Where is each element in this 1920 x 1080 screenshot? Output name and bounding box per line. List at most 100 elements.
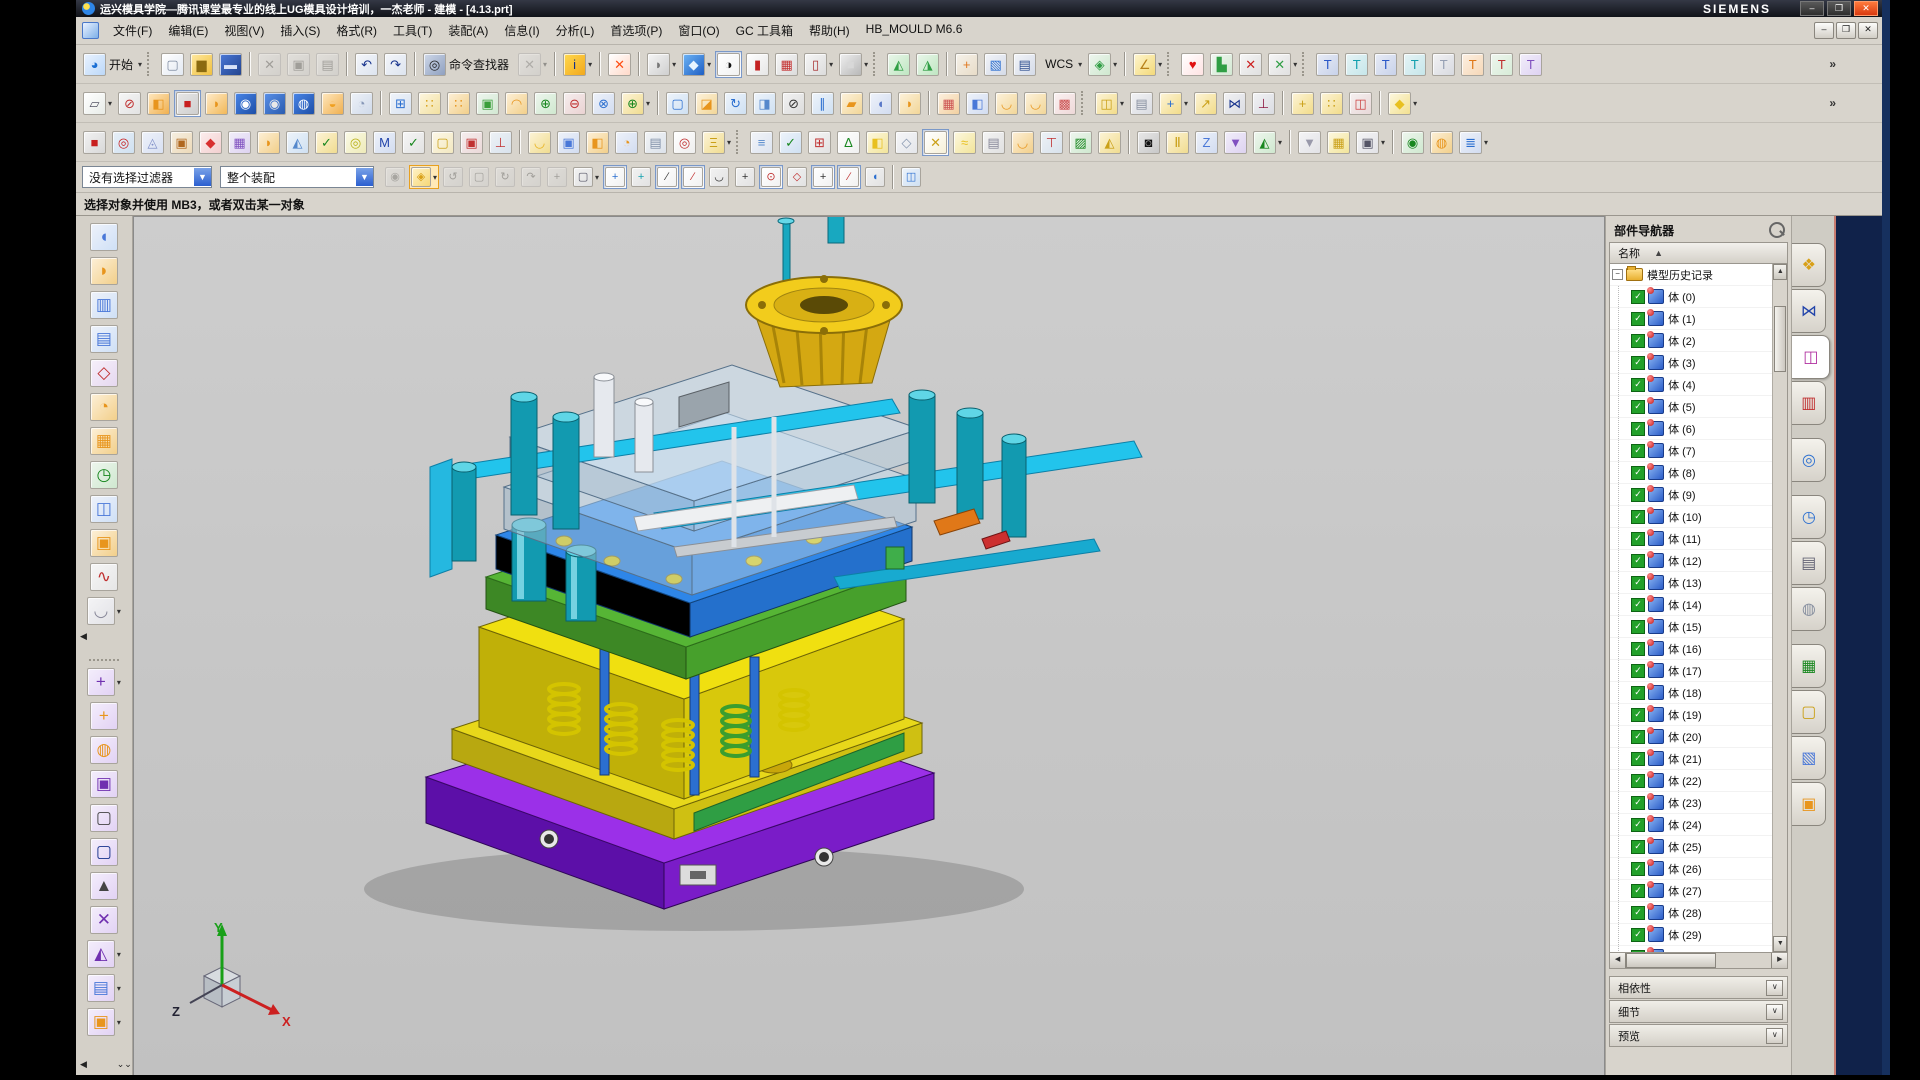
mold-base-button[interactable]: Ⅱ [1164,129,1191,156]
pattern-button[interactable]: ∷ [445,90,472,117]
dropdown-arrow-icon[interactable]: ▾ [117,678,121,687]
intersect-button[interactable]: ⊗ [590,90,617,117]
minimize-button[interactable]: – [1800,1,1824,16]
visibility-checkbox[interactable]: ✓ [1631,466,1645,480]
tree-row[interactable]: ✓体 (1) [1610,308,1772,330]
snap-move-button[interactable]: + [603,165,627,189]
unite-button[interactable]: ⊕ [532,90,559,117]
boss-button[interactable]: ◍ [290,90,317,117]
trim-body-button[interactable]: ◨ [751,90,778,117]
tree-row[interactable]: ✓体 (9) [1610,484,1772,506]
collapse-left-icon[interactable]: ◀ [76,631,87,642]
resize-face-button[interactable]: ◭▾ [85,938,123,970]
gate-drop-button[interactable]: ▼ [1222,129,1249,156]
constraint-navigator-tab[interactable]: ⋈ [1792,289,1826,333]
bounded-plane-button[interactable]: ◫ [88,493,120,525]
stack-cubes-button[interactable]: ▣ [555,129,582,156]
visibility-checkbox[interactable]: ✓ [1631,620,1645,634]
dropdown-arrow-icon[interactable]: ▾ [138,60,142,69]
expand-panel-icon[interactable]: ∨ [1766,980,1783,996]
mdi-restore-button[interactable]: ❒ [1836,22,1856,39]
web-browser-tab[interactable]: ◎ [1792,438,1826,482]
visibility-checkbox[interactable]: ✓ [1631,576,1645,590]
blank-size-button[interactable]: ▤ [980,129,1007,156]
assembly-navigator-tab[interactable]: ❖ [1792,243,1826,287]
vertical-scrollbar[interactable]: ▲ ▼ [1772,264,1787,952]
visibility-eye-button[interactable]: ◉ [1399,129,1426,156]
create-block-button[interactable]: ◧ [864,129,891,156]
swoosh-cube-button[interactable]: ◔ [613,129,640,156]
display-mode-button[interactable]: ◗▾ [645,51,678,78]
tree-row[interactable]: ✓体 (26) [1610,858,1772,880]
hatch-triangle-button[interactable]: ◭ [1096,129,1123,156]
visibility-checkbox[interactable]: ✓ [1631,950,1645,953]
snap-midpoint-button[interactable]: ∕ [837,165,861,189]
dropdown-arrow-icon[interactable]: ▾ [1120,99,1124,108]
tree-row[interactable]: ✓体 (3) [1610,352,1772,374]
tree-row[interactable]: ✓体 (13) [1610,572,1772,594]
cavity-check-button[interactable]: ✓ [313,129,340,156]
scroll-left-icon[interactable]: ◀ [1610,953,1626,968]
menu-item-11[interactable]: GC 工具箱 [728,19,801,42]
dropdown-arrow-icon[interactable]: ▾ [672,60,676,69]
scroll-up-icon[interactable]: ▲ [1773,264,1787,280]
transition-surface-button[interactable]: ▣ [88,527,120,559]
close-button[interactable]: ✕ [1854,1,1878,16]
process-studio-tab[interactable]: ◍ [1792,587,1826,631]
dropdown-arrow-icon[interactable]: ▾ [117,607,121,616]
assembly-layers-button[interactable]: ≈ [951,129,978,156]
through-curves-button[interactable]: ▥ [88,289,120,321]
mirror-assembly-button[interactable]: ⋈ [1221,90,1248,117]
collapse-left-icon-bottom[interactable]: ◀ [76,1059,87,1070]
law-curve-button[interactable]: ◡ [993,90,1020,117]
menu-item-7[interactable]: 信息(I) [496,19,547,42]
visibility-checkbox[interactable]: ✓ [1631,928,1645,942]
tree-row[interactable]: ✓体 (8) [1610,462,1772,484]
visibility-checkbox[interactable]: ✓ [1631,906,1645,920]
tree-row[interactable]: ✓体 (11) [1610,528,1772,550]
tree-row[interactable]: ✓体 (29) [1610,924,1772,946]
swept-button[interactable]: ◗ [896,90,923,117]
through-curves-button[interactable]: ◖ [867,90,894,117]
pin-icon[interactable] [1769,222,1785,238]
parting-surface-button[interactable]: ▦ [226,129,253,156]
scope-button[interactable]: ◙ [1135,129,1162,156]
visibility-checkbox[interactable]: ✓ [1631,664,1645,678]
dropdown-arrow-icon[interactable]: ▾ [1278,138,1282,147]
dropdown-arrow-icon[interactable]: ▾ [117,1018,121,1027]
dropdown-arrow-icon[interactable]: ▾ [1484,138,1488,147]
surface-analysis-button[interactable]: ◷ [88,459,120,491]
title-bar[interactable]: 运兴模具学院—腾讯课堂最专业的线上UG模具设计培训，一杰老师 - 建模 - [4… [76,0,1882,17]
revolve-button[interactable]: ◗ [203,90,230,117]
bolt-blue2-button[interactable]: T [1372,51,1399,78]
sketch-button[interactable]: ▱▾ [81,90,114,117]
accept-plot-button[interactable]: ✕▾ [1266,51,1299,78]
sort-ascending-icon[interactable]: ▲ [1654,248,1663,258]
assembly-constraints-button[interactable]: ⊥ [1250,90,1277,117]
tree-row[interactable]: ✓体 (19) [1610,704,1772,726]
h-scrollbar-thumb[interactable] [1626,953,1716,968]
tree-row[interactable]: ✓体 (17) [1610,660,1772,682]
visibility-checkbox[interactable]: ✓ [1631,642,1645,656]
undo-snap-button[interactable]: ↺ [441,165,465,189]
paste-face-button[interactable]: ▤▾ [85,972,123,1004]
sheet-tools-button[interactable]: ◡▾ [85,595,123,627]
dropdown-arrow-icon[interactable]: ▾ [727,138,731,147]
scope-combobox[interactable]: 整个装配 ▼ [220,166,374,188]
visibility-checkbox[interactable]: ✓ [1631,818,1645,832]
dropdown-arrow-icon[interactable]: ▾ [1158,60,1162,69]
parting-button[interactable]: ▣ [458,129,485,156]
pull-face-button[interactable]: + [88,700,120,732]
visibility-checkbox[interactable]: ✓ [1631,312,1645,326]
menu-item-8[interactable]: 分析(L) [548,19,603,42]
copy-face-button[interactable]: ▢ [88,802,120,834]
move-rotate-button[interactable]: + [953,51,980,78]
panel-bar-细节[interactable]: 细节∨ [1609,1000,1788,1023]
visibility-checkbox[interactable]: ✓ [1631,686,1645,700]
visibility-checkbox[interactable]: ✓ [1631,378,1645,392]
visibility-checkbox[interactable]: ✓ [1631,752,1645,766]
group-face-button[interactable]: ▣▾ [85,1006,123,1038]
tree-row[interactable]: ✓体 (2) [1610,330,1772,352]
tree-row[interactable]: ✓体 (6) [1610,418,1772,440]
split-body-button[interactable]: ⊘ [780,90,807,117]
